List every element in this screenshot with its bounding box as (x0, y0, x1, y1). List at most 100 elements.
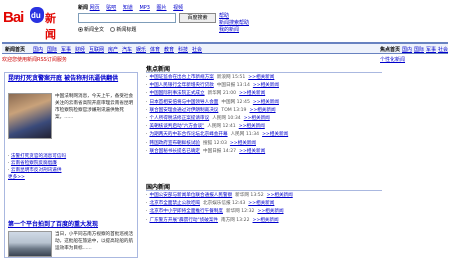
top-nav-web[interactable]: 网页 (90, 5, 100, 11)
related-link[interactable]: 法警打死贪官的消息可信吗 (11, 154, 66, 159)
bullet-icon: · (146, 217, 148, 223)
related-news-link[interactable]: >>相关新闻 (248, 75, 274, 80)
second-story-headline[interactable]: 第一个平台拍到了百度的重大发现 (8, 221, 136, 228)
nav-focus-home[interactable]: 焦点首页 (380, 46, 400, 53)
news-row: · 为期两天的中非合作论坛北京峰会开幕 人民网 11:34 >>相关新闻 (146, 131, 382, 139)
top-nav-tieba[interactable]: 贴吧 (106, 5, 116, 11)
top-story-photo[interactable] (8, 93, 52, 139)
nav-sports[interactable]: 体育 (150, 46, 160, 53)
news-row: · 美朝核谈判启动"六方会谈" 人民网 12:41 >>相关新闻 (146, 123, 382, 131)
top-nav-video[interactable]: 视频 (173, 5, 183, 11)
news-row: · 广东警方开展"霹雳行动"侦破案件 南方网 13:22 >>相关新闻 (146, 217, 382, 225)
baidu-news-logo[interactable]: Bai du 新闻 (3, 6, 61, 41)
news-row: · 中国证监会在出台上市新规方案 新浪网 15:51 >>相关新闻 (146, 74, 382, 82)
related-news-link[interactable]: >>相关新闻 (244, 116, 270, 121)
news-headline-link[interactable]: 中国公安部与新闻单位联合通报人民警察 (149, 193, 232, 198)
related-news-link[interactable]: >>相关新闻 (249, 108, 275, 113)
radio-full-text[interactable] (78, 27, 83, 32)
related-link[interactable]: 云南昆明市反对刑讯逼供 (11, 168, 62, 173)
top-nav-mp3[interactable]: MP3 (139, 5, 150, 11)
news-source: 搜狐 12:03 (203, 140, 227, 146)
related-news-link[interactable]: >>相关新闻 (239, 124, 265, 129)
focus-news-list: · 中国证监会在出台上市新规方案 新浪网 15:51 >>相关新闻 · 中国人民银行全年新… (146, 74, 382, 156)
news-headline-link[interactable]: 韩国政府宣布朝鲜核试验 (149, 141, 200, 146)
news-row: · 北京市中小学即将全面推行午餐制度 新华网 12:32 >>相关新闻 (146, 208, 382, 216)
bullet-icon: · (146, 91, 148, 97)
nav-education[interactable]: 教育 (164, 46, 174, 53)
my-news-link[interactable]: 我的新闻 (219, 27, 249, 34)
news-headline-link[interactable]: 美朝核谈判启动"六方会谈" (149, 124, 204, 129)
news-source: 新浪网 15:51 (216, 75, 246, 80)
news-headline-link[interactable]: 中国国际刑事法院正式成立 (149, 91, 204, 96)
related-link[interactable]: 云南省检察院反腐倡廉 (11, 161, 57, 166)
related-news-link[interactable]: >>相关新闻 (267, 193, 293, 198)
related-news-link[interactable]: >>相关新闻 (253, 218, 279, 223)
news-search-help-link[interactable]: 新闻搜索帮助 (219, 20, 249, 27)
news-headline-link[interactable]: 广东警方开展"霹雳行动"侦破案件 (149, 218, 218, 223)
radio-title-label: 新闻标题 (116, 27, 137, 33)
radio-title[interactable] (110, 27, 116, 32)
nav-world[interactable]: 国际 (47, 46, 57, 53)
news-headline-link[interactable]: 北京市中小学即将全面推行午餐制度 (149, 209, 223, 214)
nav-auto[interactable]: 汽车 (122, 46, 132, 53)
rss-notice[interactable]: 欢迎您使用新闻RSS订阅服务 (2, 56, 67, 63)
nav-r-world[interactable]: 国际 (414, 46, 424, 53)
bullet-icon: · (146, 193, 148, 198)
top-nav-news: 新闻 (78, 5, 89, 11)
news-headline-link[interactable]: 为期两天的中非合作论坛北京峰会开幕 (149, 132, 227, 137)
news-source: 新华网 13:52 (235, 193, 264, 198)
nav-r-military[interactable]: 军事 (426, 46, 436, 53)
nav-r-domestic[interactable]: 国内 (402, 46, 412, 53)
news-headline-link[interactable]: 中国证监会在出台上市新规方案 (149, 75, 213, 80)
news-headline-link[interactable]: 联合国安理会通过对伊朗制裁决议 (149, 108, 218, 113)
nav-military[interactable]: 军事 (61, 46, 71, 53)
bullet-icon: · (146, 201, 148, 207)
nav-tech[interactable]: 科技 (178, 46, 188, 53)
related-news-link[interactable]: >>相关新闻 (239, 149, 265, 154)
nav-entertainment[interactable]: 娱乐 (136, 46, 146, 53)
search-input[interactable] (78, 13, 176, 23)
logo-bai: Bai (3, 9, 24, 26)
personalized-news-link[interactable]: 个性化新闻 (380, 56, 405, 63)
nav-internet[interactable]: 互联网 (89, 46, 104, 53)
nav-home[interactable]: 新闻首页 (5, 46, 25, 53)
related-news-link[interactable]: >>相关新闻 (239, 91, 265, 96)
related-news-link[interactable]: >>相关新闻 (257, 209, 283, 214)
related-news-link[interactable]: >>相关新闻 (248, 201, 274, 206)
top-nav-zhidao[interactable]: 知道 (123, 5, 133, 11)
related-news-link[interactable]: >>相关新闻 (230, 141, 256, 146)
nav-domestic[interactable]: 国内 (33, 46, 43, 53)
news-headline-link[interactable]: 个人所得税法修正案提请审议 (149, 116, 209, 121)
top-story-headline[interactable]: 昆明打死贪警案开庭 被告称刑讯逼供翻供 (8, 75, 136, 82)
search-button[interactable]: 百度搜索 (179, 13, 216, 23)
second-story-photo[interactable] (8, 231, 52, 257)
news-row: · 日本首相安倍将与中国领导人会面 中国网 12:45 >>相关新闻 (146, 99, 382, 107)
news-source: 新华网 21:00 (207, 91, 237, 97)
nav-society[interactable]: 社会 (192, 46, 202, 53)
bullet-icon: · (146, 107, 148, 113)
news-source: 新华网 12:32 (225, 209, 255, 215)
related-news-link[interactable]: >>相关新闻 (262, 132, 288, 137)
news-row: · 个人所得税法修正案提请审议 人民网 10:34 >>相关新闻 (146, 115, 382, 123)
more-link[interactable]: 更多>> (8, 175, 25, 180)
bullet-icon: · (146, 132, 148, 138)
nav-finance[interactable]: 财经 (75, 46, 85, 53)
news-headline-link[interactable]: 中国人民银行全年新增央行贷款 (149, 83, 213, 88)
news-headline-link[interactable]: 联合国秘书长提名已确定 (149, 149, 200, 154)
help-link[interactable]: 帮助 (219, 13, 249, 20)
news-headline-link[interactable]: 日本首相安倍将与中国领导人会面 (149, 100, 218, 105)
news-headline-link[interactable]: 北京市全面禁止公款吃喝 (149, 201, 200, 206)
help-links: 帮助 新闻搜索帮助 我的新闻 (219, 13, 249, 34)
related-news-link[interactable]: >>相关新闻 (253, 100, 279, 105)
top-nav-images[interactable]: 图片 (157, 5, 167, 11)
nav-realestate[interactable]: 房产 (108, 46, 118, 53)
nav-r-society[interactable]: 社会 (438, 46, 448, 53)
news-source: TOM 13:19 (221, 107, 247, 113)
news-source: 南方网 13:22 (221, 217, 250, 223)
bullet-icon: · (146, 75, 148, 80)
news-source: 中国日报 14:27 (203, 148, 237, 154)
bullet-icon: · (146, 148, 148, 154)
related-news-link[interactable]: >>相关新闻 (253, 83, 279, 88)
news-row: · 中国国际刑事法院正式成立 新华网 21:00 >>相关新闻 (146, 90, 382, 98)
domestic-news-list: · 中国公安部与新闻单位联合通报人民警察 新华网 13:52 >>相关新闻 · 北京市全面… (146, 192, 382, 225)
